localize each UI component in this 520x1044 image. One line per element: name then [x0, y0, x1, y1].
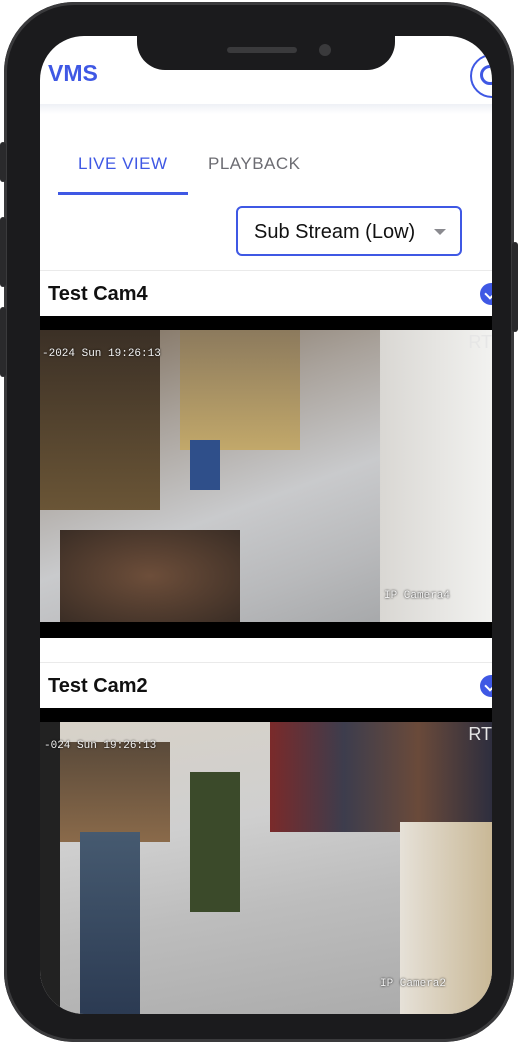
active-tab-indicator [58, 192, 188, 195]
camera-header-2: Test Cam2 [40, 662, 492, 709]
camera-image-1: -2024 Sun 19:26:13 RT IP Camera4 [40, 330, 492, 622]
video-feed-1[interactable]: -2024 Sun 19:26:13 RT IP Camera4 [40, 316, 492, 638]
front-camera-icon [319, 44, 331, 56]
camera-name-1: Test Cam4 [48, 283, 148, 305]
speaker-icon [227, 47, 297, 53]
phone-power-button [512, 242, 518, 332]
phone-side-button [0, 142, 6, 182]
app-bar-divider [40, 104, 492, 114]
caret-down-icon [434, 229, 446, 235]
camera-expand-icon-1[interactable] [480, 283, 492, 305]
app-screen: VMS LIVE VIEW PLAYBACK Sub Stream (Low) … [40, 36, 492, 1014]
tab-live-view[interactable]: LIVE VIEW [78, 154, 168, 174]
camera-osd-label-1: IP Camera4 [384, 590, 451, 602]
account-icon [480, 65, 492, 85]
stream-quality-select[interactable]: Sub Stream (Low) [236, 206, 462, 256]
camera-osd-label-2: IP Camera2 [380, 978, 447, 990]
stream-quality-value: Sub Stream (Low) [254, 221, 416, 243]
camera-expand-icon-2[interactable] [480, 675, 492, 697]
account-button[interactable] [470, 54, 492, 98]
camera-timestamp-2: -024 Sun 19:26:13 [44, 740, 157, 752]
phone-notch [137, 36, 395, 70]
camera-corner-label-2: RT [468, 724, 492, 744]
camera-header-1: Test Cam4 [40, 270, 492, 317]
phone-frame: VMS LIVE VIEW PLAYBACK Sub Stream (Low) … [0, 2, 518, 1042]
camera-name-2: Test Cam2 [48, 675, 148, 697]
video-feed-2[interactable]: -024 Sun 19:26:13 RT IP Camera2 [40, 708, 492, 1014]
app-title: VMS [48, 60, 98, 86]
camera-image-2: -024 Sun 19:26:13 RT IP Camera2 [40, 722, 492, 1014]
camera-timestamp-1: -2024 Sun 19:26:13 [42, 348, 161, 360]
phone-volume-up-button [0, 217, 6, 287]
tab-playback[interactable]: PLAYBACK [208, 154, 301, 174]
camera-corner-label-1: RT [468, 332, 492, 352]
phone-volume-down-button [0, 307, 6, 377]
